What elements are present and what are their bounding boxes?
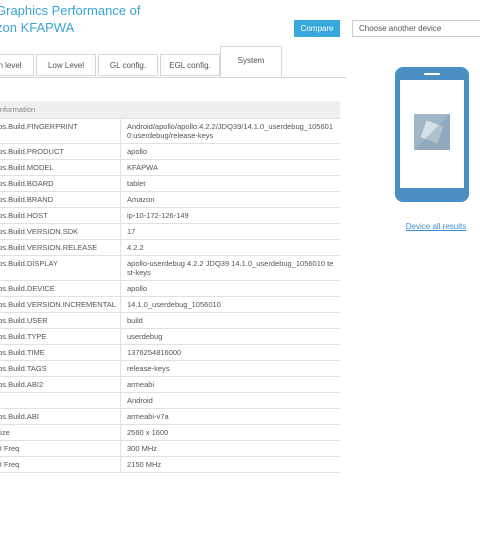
- table-row: CPU Freq2150 MHz: [0, 456, 340, 473]
- row-key: en size: [0, 424, 121, 441]
- row-key: oid.os.Build.TYPE: [0, 328, 121, 345]
- row-value: 2150 MHz: [120, 456, 340, 473]
- row-value: tablet: [120, 175, 340, 192]
- table-row: oid.os.Build.TAGSrelease-keys: [0, 360, 340, 377]
- table-row: oid.os.Build.BOARDtablet: [0, 175, 340, 192]
- table-row: oid.os.Build.BRANDAmazon: [0, 191, 340, 208]
- page-title: Graphics Performance of zon KFAPWA: [0, 2, 296, 36]
- row-value: 17: [120, 223, 340, 240]
- row-value: build: [120, 312, 340, 329]
- row-key: oid.os.Build.VERSION.SDK: [0, 223, 121, 240]
- device-screen: [400, 80, 464, 188]
- row-key: oid.os.Build.ABI: [0, 408, 121, 425]
- row-key: oid.os.Build.FINGERPRINT: [0, 118, 121, 144]
- row-value: 1376254816000: [120, 344, 340, 361]
- compare-button[interactable]: Compare: [294, 20, 340, 37]
- table-row: Android: [0, 392, 340, 409]
- table-row: oid.os.Build.TYPEuserdebug: [0, 328, 340, 345]
- row-key: CPU Freq: [0, 456, 121, 473]
- row-key: oid.os.Build.USER: [0, 312, 121, 329]
- row-value: 14.1.0_userdebug_1056010: [120, 296, 340, 313]
- table-row: oid.os.Build.ABIarmeabi-v7a: [0, 408, 340, 425]
- row-value: apollo: [120, 280, 340, 297]
- row-value: Amazon: [120, 191, 340, 208]
- device-select[interactable]: Choose another device: [352, 20, 480, 37]
- row-key: oid.os.Build.MODEL: [0, 159, 121, 176]
- tab-egl-config[interactable]: EGL config.: [160, 54, 220, 76]
- device-info-table: ice Information oid.os.Build.FINGERPRINT…: [0, 101, 340, 473]
- placeholder-image-icon: [414, 114, 450, 150]
- table-row: oid.os.Build.DEVICEapollo: [0, 280, 340, 297]
- row-value: KFAPWA: [120, 159, 340, 176]
- tab-main-level[interactable]: n level: [0, 54, 34, 76]
- table-row: oid.os.Build.ABI2armeabi: [0, 376, 340, 393]
- row-key: CPU Freq: [0, 440, 121, 457]
- row-key: oid.os.Build.VERSION.RELEASE: [0, 239, 121, 256]
- table-row: oid.os.Build.VERSION.INCREMENTAL14.1.0_u…: [0, 296, 340, 313]
- device-all-results-link[interactable]: Device all results: [401, 222, 471, 231]
- row-key: oid.os.Build.VERSION.INCREMENTAL: [0, 296, 121, 313]
- speaker-slot: [424, 73, 440, 75]
- row-key: oid.os.Build.BRAND: [0, 191, 121, 208]
- row-key: oid.os.Build.BOARD: [0, 175, 121, 192]
- page-title-line1: Graphics Performance of: [0, 3, 141, 18]
- row-value: Android: [120, 392, 340, 409]
- section-header: ice Information: [0, 101, 340, 119]
- tab-system[interactable]: System: [220, 46, 282, 77]
- row-key: oid.os.Build.PRODUCT: [0, 143, 121, 160]
- row-key: oid.os.Build.ABI2: [0, 376, 121, 393]
- tab-bar: n level Low Level GL config. EGL config.…: [0, 46, 346, 78]
- row-value: armeabi: [120, 376, 340, 393]
- table-row: oid.os.Build.FINGERPRINTAndroid/apollo/a…: [0, 118, 340, 144]
- table-row: oid.os.Build.DISPLAYapollo-userdebug 4.2…: [0, 255, 340, 281]
- tablet-device-icon: [395, 67, 469, 202]
- row-key: oid.os.Build.TAGS: [0, 360, 121, 377]
- row-key: oid.os.Build.DEVICE: [0, 280, 121, 297]
- section-title: ice Information: [0, 101, 340, 119]
- row-value: 4.2.2: [120, 239, 340, 256]
- table-row: oid.os.Build.VERSION.SDK17: [0, 223, 340, 240]
- row-value: Android/apollo/apollo:4.2.2/JDQ39/14.1.0…: [120, 118, 340, 144]
- tab-low-level[interactable]: Low Level: [36, 54, 96, 76]
- row-key: oid.os.Build.DISPLAY: [0, 255, 121, 281]
- row-value: apollo-userdebug 4.2.2 JDQ39 14.1.0_user…: [120, 255, 340, 281]
- table-row: CPU Freq300 MHz: [0, 440, 340, 457]
- row-value: userdebug: [120, 328, 340, 345]
- table-row: oid.os.Build.MODELKFAPWA: [0, 159, 340, 176]
- table-row: oid.os.Build.PRODUCTapollo: [0, 143, 340, 160]
- row-key: oid.os.Build.HOST: [0, 207, 121, 224]
- row-value: 2560 x 1600: [120, 424, 340, 441]
- table-row: oid.os.Build.USERbuild: [0, 312, 340, 329]
- table-row: oid.os.Build.TIME1376254816000: [0, 344, 340, 361]
- row-value: release-keys: [120, 360, 340, 377]
- row-value: apollo: [120, 143, 340, 160]
- table-row: oid.os.Build.HOSTip-10-172-126-149: [0, 207, 340, 224]
- row-value: armeabi-v7a: [120, 408, 340, 425]
- tab-gl-config[interactable]: GL config.: [98, 54, 158, 76]
- row-value: ip-10-172-126-149: [120, 207, 340, 224]
- row-value: 300 MHz: [120, 440, 340, 457]
- page-title-line2: zon KFAPWA: [0, 20, 75, 35]
- row-key: oid.os.Build.TIME: [0, 344, 121, 361]
- table-row: oid.os.Build.VERSION.RELEASE4.2.2: [0, 239, 340, 256]
- row-key: [0, 392, 121, 409]
- table-row: en size2560 x 1600: [0, 424, 340, 441]
